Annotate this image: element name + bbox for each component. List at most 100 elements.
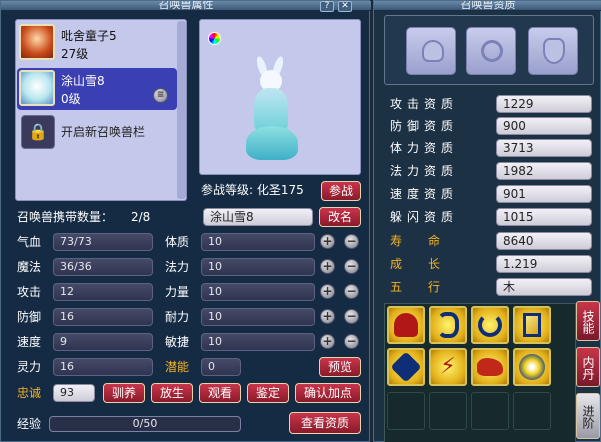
lifespan-value: 8640 <box>496 232 592 250</box>
attr-plus-button[interactable]: + <box>320 284 335 299</box>
element-value: 木 <box>496 278 592 296</box>
quality-label: 防御资质 <box>390 119 459 133</box>
pet-avatar <box>19 24 55 60</box>
loyalty-label: 忠诚 <box>17 386 42 400</box>
lifespan-label: 寿 命 <box>390 234 448 248</box>
collar-icon <box>481 40 503 62</box>
color-wheel-icon[interactable] <box>208 32 221 45</box>
skill-slot[interactable] <box>387 306 425 344</box>
skill-slot[interactable] <box>387 348 425 386</box>
stat-label: 魔法 <box>17 260 42 274</box>
rune-icon <box>437 312 459 338</box>
pet-list-scrollbar[interactable] <box>177 21 186 199</box>
pet-avatar <box>19 70 55 106</box>
stat-label: 灵力 <box>17 360 42 374</box>
quality-value: 1229 <box>496 95 592 113</box>
unlock-label: 开启新召唤兽栏 <box>61 125 146 139</box>
appraise-button[interactable]: 鉴定 <box>247 383 289 403</box>
helmet-icon <box>422 40 444 62</box>
hourglass-icon <box>523 313 541 337</box>
stat-value: 73/73 <box>53 233 153 251</box>
attr-minus-button[interactable]: − <box>344 259 359 274</box>
tame-button[interactable]: 驯养 <box>103 383 145 403</box>
equip-slot-helmet[interactable] <box>406 27 456 75</box>
attr-plus-button[interactable]: + <box>320 334 335 349</box>
confirm-points-button[interactable]: 确认加点 <box>295 383 361 403</box>
skill-slot-empty[interactable] <box>513 392 551 430</box>
armor-icon <box>543 38 565 64</box>
release-button[interactable]: 放生 <box>151 383 193 403</box>
tab-advance[interactable]: 进阶 <box>576 393 600 439</box>
carry-label: 召唤兽携带数量： <box>17 210 114 224</box>
pet-attributes-panel: 召唤兽属性 ? ✕ 吡舍童子5 27级 涂山雪8 0级 ≡ 🔒 开启新召唤兽栏 … <box>0 0 371 442</box>
pet-name: 涂山雪8 <box>61 74 105 88</box>
rename-button[interactable]: 改名 <box>319 207 361 227</box>
skill-slot[interactable] <box>513 348 551 386</box>
figure-icon <box>394 313 418 337</box>
skill-slot[interactable] <box>471 348 509 386</box>
growth-label: 成 长 <box>390 257 448 271</box>
battle-button[interactable]: 参战 <box>321 181 361 201</box>
attr-label: 耐力 <box>165 310 190 324</box>
help-button[interactable]: ? <box>320 1 334 12</box>
pet-item-selected[interactable]: 涂山雪8 0级 ≡ <box>17 68 177 110</box>
quality-value: 1015 <box>496 208 592 226</box>
close-button[interactable]: ✕ <box>338 1 352 12</box>
pet-name-field[interactable]: 涂山雪8 <box>203 208 313 226</box>
battle-level: 参战等级: 化圣175 <box>201 183 304 197</box>
attr-value: 10 <box>201 283 315 301</box>
quality-label: 躲闪资质 <box>390 210 459 224</box>
preview-button[interactable]: 预览 <box>319 357 361 377</box>
stat-value: 12 <box>53 283 153 301</box>
stat-label: 攻击 <box>17 285 42 299</box>
tab-skills[interactable]: 技能 <box>576 301 600 341</box>
quality-label: 速度资质 <box>390 187 459 201</box>
view-quality-button[interactable]: 查看资质 <box>289 412 361 434</box>
pet-quality-title: 召唤兽资质 <box>374 1 601 11</box>
exp-bar: 0/50 <box>49 416 241 432</box>
attr-plus-button[interactable]: + <box>320 259 335 274</box>
unlock-slot[interactable]: 🔒 开启新召唤兽栏 <box>17 113 177 151</box>
swirl-icon <box>478 313 502 337</box>
attr-minus-button[interactable]: − <box>344 334 359 349</box>
pet-name: 吡舍童子5 <box>61 29 117 43</box>
potential-value: 0 <box>201 358 241 376</box>
attr-plus-button[interactable]: + <box>320 309 335 324</box>
skill-slot[interactable] <box>471 306 509 344</box>
growth-value: 1.219 <box>496 255 592 273</box>
attr-value: 10 <box>201 233 315 251</box>
pet-level: 27级 <box>61 47 89 61</box>
exp-label: 经验 <box>17 417 42 431</box>
element-label: 五 行 <box>390 280 448 294</box>
attr-plus-button[interactable]: + <box>320 234 335 249</box>
watch-button[interactable]: 观看 <box>199 383 241 403</box>
stat-label: 速度 <box>17 335 42 349</box>
skill-slot-empty[interactable] <box>429 392 467 430</box>
quality-value: 3713 <box>496 139 592 157</box>
pet-attributes-title: 召唤兽属性 <box>1 1 371 11</box>
attr-minus-button[interactable]: − <box>344 284 359 299</box>
quality-label: 体力资质 <box>390 141 459 155</box>
attr-minus-button[interactable]: − <box>344 309 359 324</box>
lightning-icon: ⚡ <box>440 354 456 379</box>
guard-icon <box>390 351 422 383</box>
skill-slot[interactable]: ⚡ <box>429 348 467 386</box>
pet-menu-icon[interactable]: ≡ <box>153 88 168 103</box>
quality-value: 901 <box>496 185 592 203</box>
stat-value: 16 <box>53 358 153 376</box>
attr-minus-button[interactable]: − <box>344 234 359 249</box>
burst-icon <box>519 354 545 380</box>
attr-value: 10 <box>201 333 315 351</box>
stat-value: 9 <box>53 333 153 351</box>
equip-slot-armor[interactable] <box>528 27 578 75</box>
attr-label: 体质 <box>165 235 190 249</box>
pet-item[interactable]: 吡舍童子5 27级 <box>17 23 177 61</box>
equip-slot-collar[interactable] <box>466 27 516 75</box>
skill-slot-empty[interactable] <box>387 392 425 430</box>
quality-value: 1982 <box>496 162 592 180</box>
tab-inner-dan[interactable]: 内丹 <box>576 347 600 387</box>
skill-slot-empty[interactable] <box>471 392 509 430</box>
skill-slot[interactable] <box>429 306 467 344</box>
skill-slot[interactable] <box>513 306 551 344</box>
attr-value: 10 <box>201 258 315 276</box>
